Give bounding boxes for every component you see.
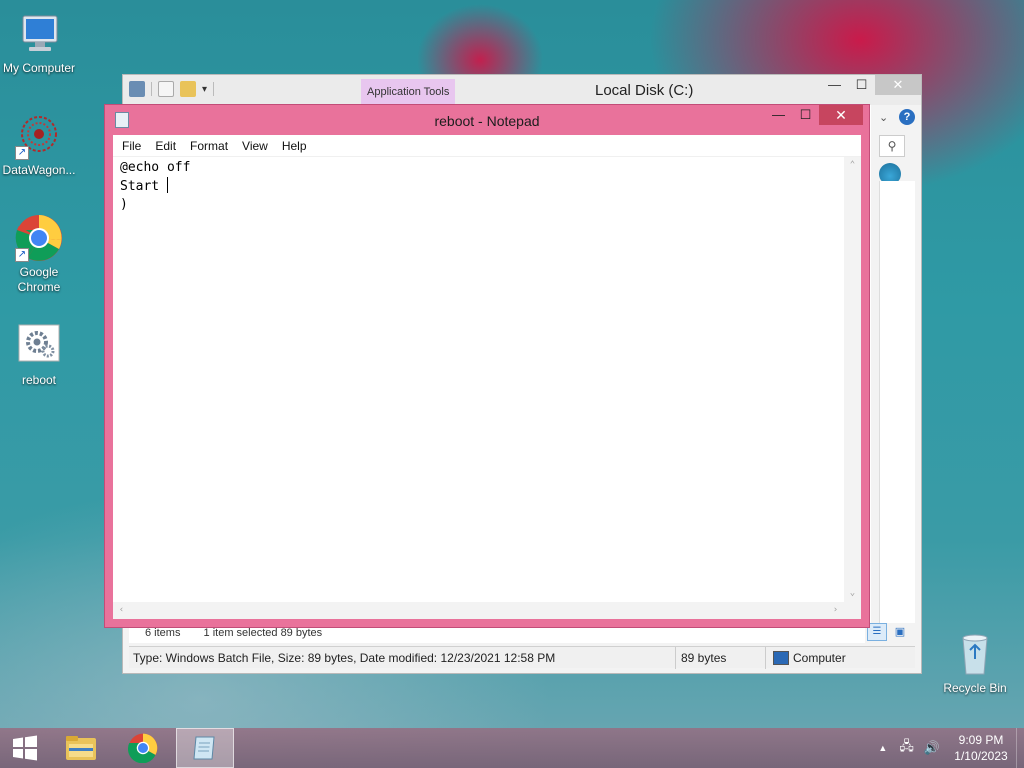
chevron-up-icon[interactable]: ▲ bbox=[878, 743, 887, 753]
chevron-down-icon[interactable]: ⌄ bbox=[879, 111, 888, 124]
desktop-icon-label: Recycle Bin bbox=[943, 681, 1007, 695]
taskbar-file-explorer[interactable] bbox=[52, 728, 110, 768]
shortcut-arrow-icon: ↗ bbox=[15, 248, 29, 262]
taskbar: ▲ 🖧 🔊 9:09 PM 1/10/2023 bbox=[0, 728, 1024, 768]
menu-edit[interactable]: Edit bbox=[148, 135, 183, 156]
scroll-left-icon[interactable]: ‹ bbox=[113, 602, 130, 619]
desktop-icon-label: Google Chrome bbox=[17, 265, 61, 294]
explorer-right-controls: ⌄ ? ⚲ bbox=[879, 105, 915, 185]
explorer-status-bar: Type: Windows Batch File, Size: 89 bytes… bbox=[129, 646, 915, 669]
desktop-icon-reboot[interactable]: reboot bbox=[0, 322, 78, 388]
windows-logo-icon bbox=[13, 735, 37, 761]
scroll-up-icon[interactable]: ⌃ bbox=[844, 157, 861, 174]
desktop-icon-label: DataWagon... bbox=[2, 163, 76, 177]
search-icon[interactable]: ⚲ bbox=[879, 135, 905, 157]
details-pane bbox=[879, 181, 915, 623]
text-editor[interactable]: @echo off Start ) ⌃ ⌄ ‹ › bbox=[113, 157, 861, 619]
maximize-button[interactable]: ☐ bbox=[792, 105, 819, 125]
menu-view[interactable]: View bbox=[235, 135, 275, 156]
shortcut-arrow-icon: ↗ bbox=[15, 146, 29, 160]
network-icon[interactable]: 🖧 bbox=[899, 737, 914, 759]
close-button[interactable]: ✕ bbox=[819, 105, 863, 125]
close-button[interactable]: ✕ bbox=[875, 75, 921, 95]
notepad-titlebar[interactable]: reboot - Notepad — ☐ ✕ bbox=[105, 105, 869, 135]
clock-date: 1/10/2023 bbox=[954, 749, 1008, 763]
computer-icon bbox=[15, 10, 63, 58]
scroll-down-icon[interactable]: ⌄ bbox=[844, 585, 861, 602]
text-caret bbox=[166, 177, 168, 193]
status-size: 89 bytes bbox=[681, 651, 727, 665]
chevron-down-icon[interactable]: ▾ bbox=[202, 84, 207, 95]
show-desktop-button[interactable] bbox=[1016, 728, 1024, 768]
volume-icon[interactable]: 🔊 bbox=[924, 740, 940, 756]
details-view-icon[interactable]: ☰ bbox=[867, 623, 887, 641]
menu-format[interactable]: Format bbox=[183, 135, 235, 156]
notepad-icon bbox=[193, 736, 215, 760]
desktop-icon-my-computer[interactable]: My Computer bbox=[0, 10, 78, 76]
vertical-scrollbar[interactable]: ⌃ ⌄ bbox=[844, 157, 861, 602]
datawagon-icon: ↗ bbox=[15, 112, 63, 160]
start-button[interactable] bbox=[0, 728, 50, 768]
computer-icon bbox=[773, 651, 789, 665]
quick-access-toolbar: ▾ bbox=[129, 81, 215, 97]
large-icons-view-icon[interactable]: ▣ bbox=[891, 623, 909, 641]
system-tray: ▲ 🖧 🔊 9:09 PM 1/10/2023 bbox=[878, 728, 1024, 768]
horizontal-scrollbar[interactable]: ‹ › bbox=[113, 602, 844, 619]
clock-time: 9:09 PM bbox=[958, 733, 1004, 747]
selection-info: 1 item selected 89 bytes bbox=[203, 627, 323, 639]
status-details: Type: Windows Batch File, Size: 89 bytes… bbox=[133, 651, 556, 665]
new-folder-icon[interactable] bbox=[180, 81, 196, 97]
resize-grip[interactable] bbox=[844, 602, 861, 619]
desktop-icon-label: reboot bbox=[21, 373, 57, 387]
text-line: Start bbox=[120, 177, 168, 194]
desktop-icon-recycle-bin[interactable]: Recycle Bin bbox=[936, 630, 1014, 696]
chrome-icon: ↗ bbox=[15, 214, 63, 262]
maximize-button[interactable]: ☐ bbox=[848, 75, 875, 95]
status-location: Computer bbox=[793, 651, 846, 665]
recycle-bin-icon bbox=[951, 630, 999, 678]
batch-file-icon bbox=[15, 322, 63, 370]
desktop-icon-datawagon[interactable]: ↗ DataWagon... bbox=[0, 112, 78, 178]
folder-icon bbox=[66, 736, 96, 760]
notepad-window[interactable]: reboot - Notepad — ☐ ✕ File Edit Format … bbox=[104, 104, 870, 628]
taskbar-chrome[interactable] bbox=[114, 728, 172, 768]
menu-help[interactable]: Help bbox=[275, 135, 314, 156]
text-line: ) bbox=[120, 197, 128, 212]
window-title: Local Disk (C:) bbox=[595, 82, 694, 99]
desktop-icon-label: My Computer bbox=[2, 61, 76, 75]
menu-file[interactable]: File bbox=[115, 135, 148, 156]
taskbar-notepad[interactable] bbox=[176, 728, 234, 768]
menu-bar: File Edit Format View Help bbox=[113, 135, 861, 157]
text-line: @echo off bbox=[120, 160, 191, 175]
minimize-button[interactable]: — bbox=[821, 75, 848, 95]
scroll-right-icon[interactable]: › bbox=[827, 602, 844, 619]
window-title: reboot - Notepad bbox=[434, 113, 540, 129]
help-icon[interactable]: ? bbox=[899, 109, 915, 125]
tab-application-tools[interactable]: Application Tools bbox=[361, 79, 456, 105]
properties-icon[interactable] bbox=[129, 81, 145, 97]
item-count: 6 items bbox=[145, 627, 181, 639]
minimize-button[interactable]: — bbox=[765, 105, 792, 125]
chrome-icon bbox=[128, 733, 158, 763]
clock[interactable]: 9:09 PM 1/10/2023 bbox=[946, 732, 1016, 764]
new-document-icon[interactable] bbox=[158, 81, 174, 97]
notepad-body: File Edit Format View Help @echo off Sta… bbox=[113, 135, 861, 619]
desktop-icon-chrome[interactable]: ↗ Google Chrome bbox=[0, 214, 78, 295]
explorer-titlebar[interactable]: ▾ Application Tools Local Disk (C:) — ☐ … bbox=[123, 75, 921, 105]
